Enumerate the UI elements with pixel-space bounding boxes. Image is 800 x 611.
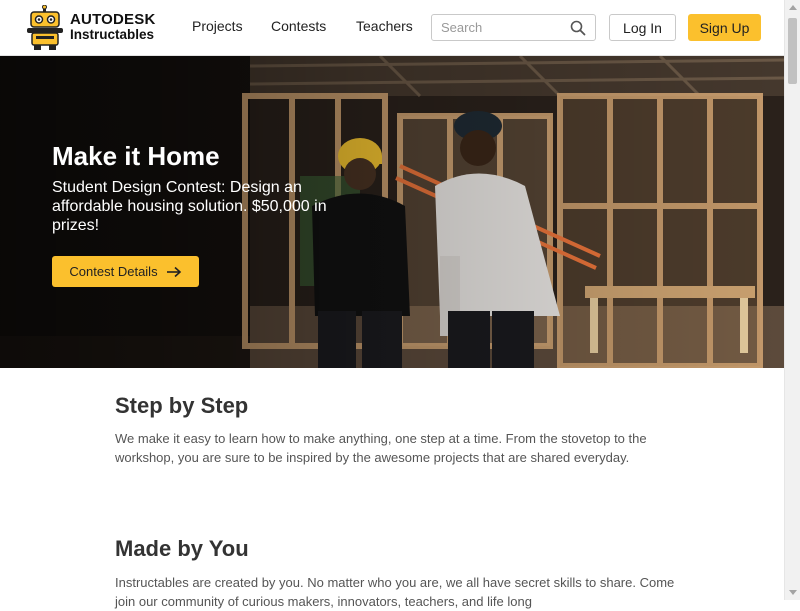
section-title-step-by-step: Step by Step <box>115 393 249 418</box>
scroll-down-arrow-icon[interactable] <box>789 590 797 595</box>
login-button[interactable]: Log In <box>609 14 676 41</box>
logo-wordmark: AUTODESK Instructables <box>70 12 156 42</box>
nav-teachers[interactable]: Teachers <box>356 18 413 34</box>
site-header: AUTODESK Instructables Projects Contests… <box>0 0 784 56</box>
nav-contests[interactable]: Contests <box>271 18 326 34</box>
search-icon[interactable] <box>570 20 586 36</box>
hero-title: Make it Home <box>52 141 220 171</box>
scroll-thumb[interactable] <box>788 18 797 84</box>
contest-details-button[interactable]: Contest Details <box>52 256 199 287</box>
robot-mascot-icon <box>27 5 63 50</box>
logo-line-autodesk: AUTODESK <box>70 11 156 28</box>
page-scrollbar[interactable] <box>784 0 800 600</box>
hero-banner: Make it Home Student Design Contest: Des… <box>0 56 784 368</box>
scroll-up-arrow-icon[interactable] <box>789 5 797 10</box>
arrow-right-icon <box>166 266 181 277</box>
contest-details-label: Contest Details <box>69 264 158 279</box>
section-title-made-by-you: Made by You <box>115 536 249 561</box>
hero-subtitle: Student Design Contest: Design an afford… <box>52 179 327 234</box>
section-text-step-by-step: We make it easy to learn how to make any… <box>115 431 647 465</box>
section-text-made-by-you: Instructables are created by you. No mat… <box>115 575 675 609</box>
search-input[interactable]: Search <box>431 14 596 41</box>
signup-button[interactable]: Sign Up <box>688 14 761 41</box>
logo-line-instructables: Instructables <box>70 27 155 42</box>
search-placeholder: Search <box>441 20 483 35</box>
instructables-logo[interactable]: AUTODESK Instructables <box>24 5 174 51</box>
nav-projects[interactable]: Projects <box>192 18 243 34</box>
